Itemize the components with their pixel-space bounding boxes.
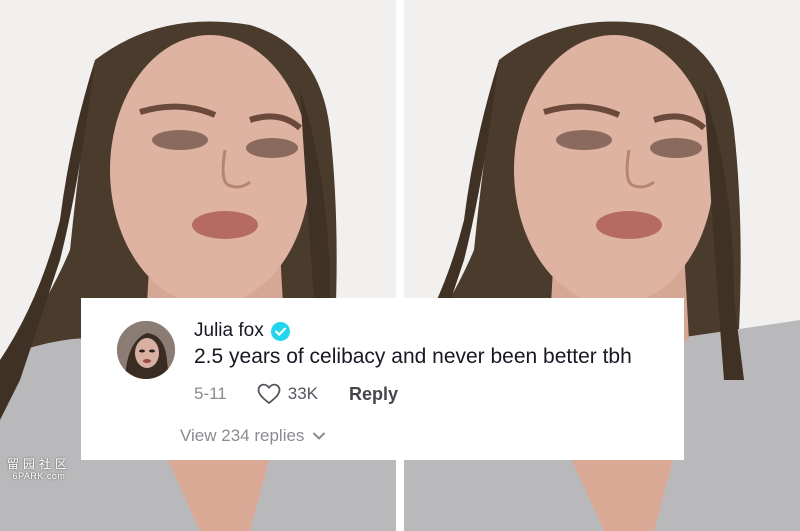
avatar-image xyxy=(117,321,175,379)
view-replies-button[interactable]: View 234 replies xyxy=(180,426,326,446)
reply-button[interactable]: Reply xyxy=(349,384,398,405)
comment-text: 2.5 years of celibacy and never been bet… xyxy=(194,345,632,368)
watermark: 留园社区 6PARK.com xyxy=(4,458,74,481)
comment-meta: 5-11 33K Reply xyxy=(194,382,398,406)
username-row: Julia fox xyxy=(194,320,290,342)
view-replies-label: View 234 replies xyxy=(180,426,305,445)
comment-card: Julia fox 2.5 years of celibacy and neve… xyxy=(81,298,684,460)
watermark-line1: 留园社区 xyxy=(6,457,71,471)
chevron-down-icon xyxy=(313,432,326,440)
heart-icon[interactable] xyxy=(257,383,281,405)
like-count: 33K xyxy=(287,384,319,403)
comment-date: 5-11 xyxy=(194,384,227,403)
like-button[interactable]: 33K xyxy=(257,383,318,405)
verified-badge-icon xyxy=(270,321,290,341)
watermark-line2: 6PARK.com xyxy=(12,471,66,481)
avatar[interactable] xyxy=(117,321,175,379)
username[interactable]: Julia fox xyxy=(194,320,264,342)
meme-collage: Julia fox 2.5 years of celibacy and neve… xyxy=(0,0,800,531)
